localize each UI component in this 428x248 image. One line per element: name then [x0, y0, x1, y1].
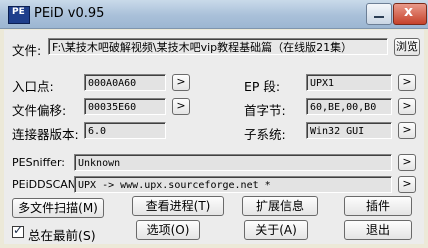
peid-window: PE PEiD v0.95 x 文件: F:\某技木吧破解视频\某技木吧vip教…	[0, 0, 428, 248]
browse-button[interactable]: 浏览	[394, 38, 420, 56]
exit-button[interactable]: 退出	[344, 220, 412, 240]
pesniffer-label: PESniffer:	[12, 156, 65, 169]
always-on-top-checkbox[interactable]: ✓	[12, 223, 24, 238]
about-button[interactable]: 关于(A)	[244, 220, 308, 240]
app-icon: PE	[8, 6, 30, 24]
linker-version-label: 连接器版本:	[12, 127, 79, 142]
first-bytes-arrow-button[interactable]: >	[398, 98, 416, 115]
subsystem-arrow-button[interactable]: >	[398, 122, 416, 139]
multi-scan-button[interactable]: 多文件扫描(M)	[12, 198, 104, 218]
first-bytes-field[interactable]: 60,BE,00,B0	[306, 98, 392, 115]
peiddscan-field[interactable]: UPX -> www.upx.sourceforge.net *	[74, 176, 392, 193]
extra-info-button[interactable]: 扩展信息	[242, 196, 318, 216]
entry-point-field[interactable]: 000A0A60	[84, 74, 166, 91]
ep-section-label: EP 段:	[244, 79, 281, 94]
file-offset-field[interactable]: 00035E60	[84, 98, 166, 115]
ep-section-arrow-button[interactable]: >	[398, 74, 416, 91]
app-icon-text: PE	[12, 7, 25, 17]
plugins-button[interactable]: 插件	[344, 196, 412, 216]
peiddscan-arrow-button[interactable]: >	[398, 176, 416, 193]
entry-point-label: 入口点:	[12, 79, 54, 94]
close-button[interactable]: x	[393, 3, 427, 25]
file-offset-label: 文件偏移:	[12, 103, 67, 118]
file-path-field[interactable]: F:\某技木吧破解视频\某技木吧vip教程基础篇（在线版21集）	[48, 38, 388, 55]
peiddscan-label: PEiDDSCAN:	[12, 178, 80, 191]
subsystem-field[interactable]: Win32 GUI	[306, 122, 392, 139]
file-offset-arrow-button[interactable]: >	[172, 98, 190, 115]
pesniffer-arrow-button[interactable]: >	[398, 154, 416, 171]
linker-version-field[interactable]: 6.0	[84, 122, 166, 139]
close-icon: x	[404, 4, 414, 20]
first-bytes-label: 首字节:	[244, 103, 286, 118]
options-button[interactable]: 选项(O)	[136, 220, 200, 240]
title-bar[interactable]: PE PEiD v0.95 x	[0, 0, 428, 29]
minimize-button[interactable]	[366, 3, 392, 25]
entry-point-arrow-button[interactable]: >	[172, 74, 190, 91]
checkmark-icon: ✓	[13, 223, 24, 237]
task-viewer-button[interactable]: 查看进程(T)	[132, 196, 224, 216]
file-label: 文件:	[12, 43, 42, 58]
ep-section-field[interactable]: UPX1	[306, 74, 392, 91]
pesniffer-field[interactable]: Unknown	[74, 154, 392, 171]
subsystem-label: 子系统:	[244, 127, 286, 142]
always-on-top-label: 总在最前(S)	[28, 228, 96, 243]
window-title: PEiD v0.95	[34, 6, 105, 21]
main-panel: 文件: F:\某技木吧破解视频\某技木吧vip教程基础篇（在线版21集） 浏览 …	[4, 30, 424, 244]
